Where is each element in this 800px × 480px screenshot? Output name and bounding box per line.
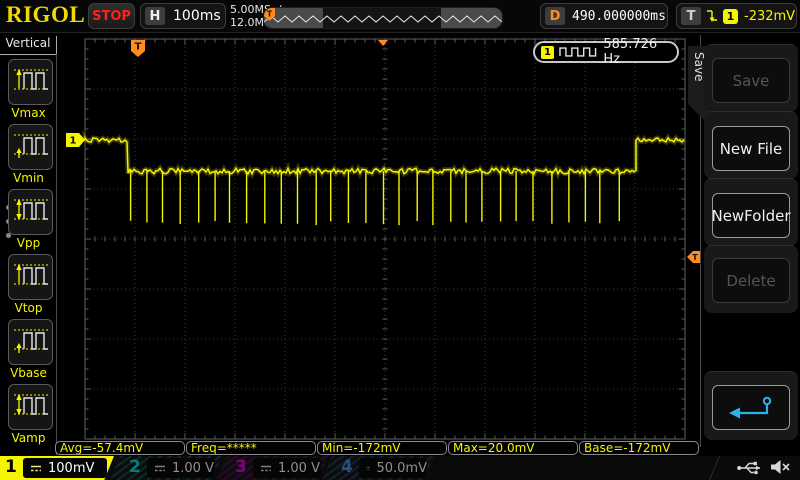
trigger-level-value: -232mV (744, 8, 796, 24)
vmax-button[interactable] (8, 59, 53, 105)
counter-source-badge: 1 (541, 45, 554, 59)
thumbnail-trigger-icon: T (264, 8, 275, 21)
channel-scale-box: 100mV (23, 458, 107, 478)
measurement-readouts: Avg=-57.4mV Freq=***** Min=-172mV Max=20… (0, 441, 700, 456)
thumbnail-waveform (264, 15, 502, 23)
measurement-avg: Avg=-57.4mV (55, 441, 185, 455)
delete-button[interactable]: Delete (712, 258, 790, 303)
vamp-button[interactable] (8, 384, 53, 430)
trigger-source-badge: 1 (723, 8, 738, 24)
svg-text:T: T (692, 253, 698, 262)
channel-scale-box: 1.00 V (147, 458, 215, 478)
channel-4-status[interactable]: 4 50.0mV (322, 456, 434, 480)
run-state-button[interactable]: STOP (88, 3, 135, 29)
measurement-base: Base=-172mV (579, 441, 699, 455)
channel-status-bar: 1 100mV 2 1.00 V 3 1.00 V 4 50.0mV (0, 456, 800, 480)
speaker-muted-icon (771, 460, 790, 474)
channel-number: 2 (129, 457, 141, 477)
svg-text:1: 1 (70, 136, 77, 147)
channel-scale: 50.0mV (376, 460, 427, 476)
top-status-bar: RIGOL STOP H 100ms 5.00MSa/s 12.0M pts T… (0, 0, 800, 33)
horizontal-timebase-control[interactable]: H 100ms (140, 3, 226, 29)
return-arrow-icon (729, 396, 772, 418)
falling-edge-icon (707, 10, 717, 22)
usb-icon (737, 461, 760, 475)
waveform-position-thumbnail[interactable]: T (263, 7, 503, 29)
vpp-button[interactable] (8, 189, 53, 235)
vbase-icon (12, 324, 50, 360)
save-button[interactable]: Save (712, 58, 790, 103)
horizontal-label: H (145, 7, 165, 25)
trigger-level-marker: T (687, 251, 700, 263)
vmax-icon (12, 64, 50, 100)
trigger-position-marker: T (131, 40, 145, 57)
delay-position-marker (378, 40, 388, 46)
channel-1-status[interactable]: 1 100mV (0, 456, 115, 480)
channel-scale: 1.00 V (172, 460, 214, 476)
svg-text:T: T (267, 10, 273, 19)
status-bar-divider (709, 456, 720, 480)
dc-coupling-icon (261, 465, 271, 471)
vbase-button[interactable] (8, 319, 53, 365)
new-folder-button[interactable]: NewFolder (711, 193, 791, 238)
measurement-freq: Freq=***** (186, 441, 316, 455)
delay-value: 490.000000ms (572, 8, 666, 24)
channel-scale-box: 50.0mV (359, 458, 427, 478)
vtop-button[interactable] (8, 254, 53, 300)
svg-text:T: T (135, 42, 142, 53)
dc-coupling-icon (366, 466, 371, 470)
channel-scale: 100mV (48, 460, 95, 476)
trigger-delay-control[interactable]: D 490.000000ms (540, 3, 668, 29)
channel-3-status[interactable]: 3 1.00 V (216, 456, 328, 480)
channel-scale: 1.00 V (278, 460, 320, 476)
vpp-icon (12, 194, 50, 230)
measurement-max: Max=20.0mV (448, 441, 578, 455)
counter-value: 585.726 Hz (603, 37, 658, 67)
channel-number: 1 (4, 457, 17, 477)
vmin-button[interactable] (8, 124, 53, 170)
oscilloscope-screen: RIGOL STOP H 100ms 5.00MSa/s 12.0M pts T… (0, 0, 800, 480)
frequency-counter: 1 585.726 Hz (533, 37, 679, 67)
vmin-icon (12, 129, 50, 165)
menu-item-label: Vmin (13, 171, 44, 185)
vtop-icon (12, 259, 50, 295)
channel-scale-box: 1.00 V (253, 458, 321, 478)
channel-number: 4 (341, 457, 353, 477)
menu-item-label: Vbase (10, 366, 47, 380)
dc-coupling-icon (31, 465, 41, 471)
back-button[interactable] (712, 385, 790, 430)
measurement-min: Min=-172mV (317, 441, 447, 455)
trigger-status-control[interactable]: T 1 -232mV (676, 3, 797, 29)
left-menu-title: Vertical (0, 36, 57, 55)
channel-2-status[interactable]: 2 1.00 V (110, 456, 222, 480)
brand-logo: RIGOL (6, 2, 86, 27)
new-file-button[interactable]: New File (712, 126, 790, 171)
channel-number: 3 (235, 457, 247, 477)
square-wave-icon (559, 47, 597, 57)
vamp-icon (12, 389, 50, 425)
trigger-label: T (681, 7, 701, 25)
waveform-display: T 1 T (66, 38, 700, 440)
menu-item-label: Vtop (14, 301, 43, 315)
menu-item-label: Vmax (11, 106, 46, 120)
menu-item-label: Vpp (16, 236, 41, 250)
delay-label: D (545, 7, 565, 25)
timebase-value: 100ms (173, 8, 221, 24)
channel-1-level-marker: 1 (66, 133, 85, 147)
dc-coupling-icon (155, 465, 165, 471)
